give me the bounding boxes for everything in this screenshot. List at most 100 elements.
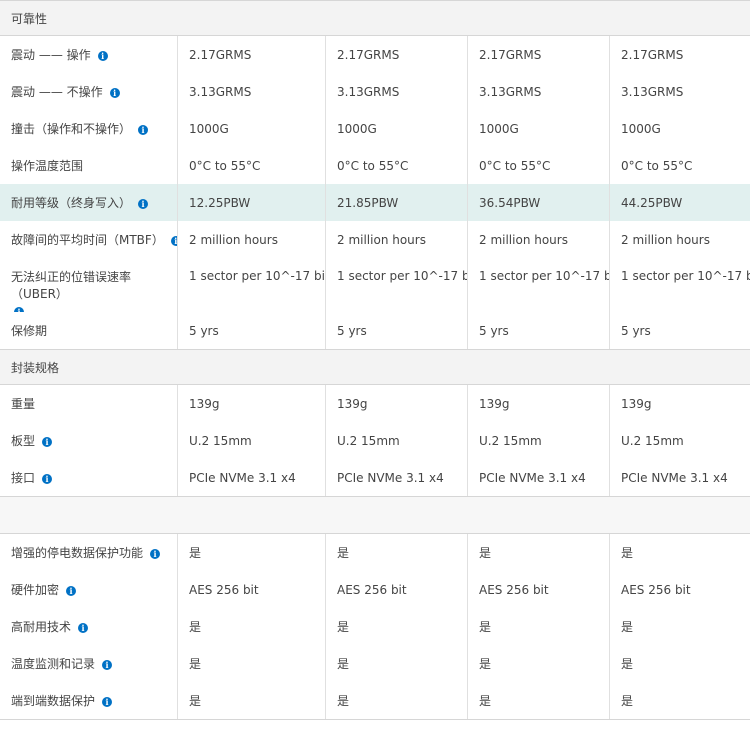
spec-value: 2.17GRMS xyxy=(326,36,468,73)
spec-value: U.2 15mm xyxy=(621,433,684,448)
spec-row: 温度监测和记录 i 是是是是 xyxy=(0,645,750,682)
spec-row: 撞击（操作和不操作） i 1000G 1000G 1000G 1000G xyxy=(0,110,750,147)
spec-label: 硬件加密 xyxy=(11,583,60,597)
spec-value: 3.13GRMS xyxy=(621,84,684,99)
spec-label: 板型 xyxy=(11,434,36,448)
info-icon[interactable]: i xyxy=(102,696,113,707)
info-icon[interactable]: i xyxy=(170,235,177,246)
spec-value: 2 million hours xyxy=(468,221,610,258)
spec-label-cell: 撞击（操作和不操作） i xyxy=(0,110,178,147)
section-header-empty xyxy=(0,496,750,534)
spec-label-cell: 故障间的平均时间（MTBF） i xyxy=(0,221,178,258)
spec-value: 1 sector per 10^-17 bits xyxy=(468,258,610,312)
section-header: 封装规格 xyxy=(0,349,750,385)
spec-label: 重量 xyxy=(11,397,36,411)
spec-label: 撞击（操作和不操作） xyxy=(11,122,132,136)
info-icon[interactable]: i xyxy=(138,198,149,209)
spec-value: U.2 15mm xyxy=(468,422,610,459)
spec-label-wrap: 故障间的平均时间（MTBF） i xyxy=(11,231,177,248)
spec-label: 端到端数据保护 xyxy=(11,694,96,708)
spec-label-cell: 板型 i xyxy=(0,422,178,459)
info-icon[interactable]: i xyxy=(109,87,120,98)
info-icon[interactable]: i xyxy=(78,622,89,633)
spec-value: 2 million hours xyxy=(178,221,326,258)
spec-label-cell: 操作温度范围 xyxy=(0,147,178,184)
spec-label-cell: 重量 xyxy=(0,385,178,422)
spec-row: 增强的停电数据保护功能 i 是是是是 xyxy=(0,534,750,571)
info-icon[interactable]: i xyxy=(42,473,53,484)
info-icon[interactable]: i xyxy=(97,50,108,61)
spec-value: PCIe NVMe 3.1 x4 xyxy=(621,470,728,485)
spec-label-cell: 增强的停电数据保护功能 i xyxy=(0,534,178,571)
spec-value: 0°C to 55°C xyxy=(468,147,610,184)
spec-label-cell: 高耐用技术 i xyxy=(0,608,178,645)
spec-label-wrap: 增强的停电数据保护功能 i xyxy=(11,544,161,561)
spec-row: 高耐用技术 i 是是是是 xyxy=(0,608,750,645)
spec-label-wrap: 板型 i xyxy=(11,432,53,449)
spec-value: 是 xyxy=(326,645,468,682)
spec-value: 是 xyxy=(468,645,610,682)
spec-value: 36.54PBW xyxy=(468,184,610,221)
spec-label-cell: 无法纠正的位错误速率（UBER） i xyxy=(0,258,178,312)
info-icon[interactable]: i xyxy=(66,585,77,596)
spec-label: 操作温度范围 xyxy=(11,159,84,173)
spec-value: 是 xyxy=(178,534,326,571)
info-icon[interactable]: i xyxy=(102,659,113,670)
spec-value: 139g xyxy=(178,385,326,422)
spec-value: 21.85PBW xyxy=(326,184,468,221)
spec-row: 故障间的平均时间（MTBF） i 2 million hours 2 million … xyxy=(0,221,750,258)
spec-label-cell: 耐用等级（终身写入） i xyxy=(0,184,178,221)
spec-value: 是 xyxy=(468,534,610,571)
spec-value: 是 xyxy=(326,682,468,719)
spec-value: AES 256 bit xyxy=(326,571,468,608)
spec-value: PCIe NVMe 3.1 x4 xyxy=(178,459,326,496)
spec-label: 高耐用技术 xyxy=(11,620,72,634)
spec-label-wrap: 震动 —— 操作 i xyxy=(11,46,108,63)
table-bottom-border xyxy=(0,719,750,720)
info-icon[interactable]: i xyxy=(150,548,161,559)
spec-value: 139g xyxy=(468,385,610,422)
spec-value: 1000G xyxy=(178,110,326,147)
spec-label-cell: 端到端数据保护 i xyxy=(0,682,178,719)
spec-label: 震动 —— 不操作 xyxy=(11,85,103,99)
spec-value: 1000G xyxy=(621,121,661,136)
spec-value: 是 xyxy=(326,534,468,571)
spec-row: 硬件加密 i AES 256 bit AES 256 bit AES 256 bit AE… xyxy=(0,571,750,608)
spec-row: 重量 139g 139g 139g 139g xyxy=(0,385,750,422)
spec-value: 1000G xyxy=(468,110,610,147)
spec-value: 5 yrs xyxy=(621,323,651,338)
spec-value: 2.17GRMS xyxy=(621,47,684,62)
spec-label-wrap: 震动 —— 不操作 i xyxy=(11,83,120,100)
spec-label-wrap: 撞击（操作和不操作） i xyxy=(11,120,149,137)
info-icon[interactable]: i xyxy=(42,436,53,447)
spec-value: PCIe NVMe 3.1 x4 xyxy=(468,459,610,496)
spec-value: 是 xyxy=(621,694,634,708)
spec-row: 耐用等级（终身写入） i 12.25PBW 21.85PBW 36.54PBW 44.25… xyxy=(0,184,750,221)
info-icon[interactable]: i xyxy=(138,124,149,135)
spec-value: 2 million hours xyxy=(326,221,468,258)
spec-row: 无法纠正的位错误速率（UBER） i 1 sector per 10^-17 bit… xyxy=(0,258,750,312)
spec-label: 接口 xyxy=(11,471,36,485)
spec-row: 震动 —— 不操作 i 3.13GRMS 3.13GRMS 3.13GRMS 3.13GR… xyxy=(0,73,750,110)
spec-value: 1000G xyxy=(326,110,468,147)
spec-value: PCIe NVMe 3.1 x4 xyxy=(326,459,468,496)
spec-value: 0°C to 55°C xyxy=(621,158,693,173)
spec-label-wrap: 保修期 xyxy=(11,322,47,339)
spec-value: 0°C to 55°C xyxy=(326,147,468,184)
spec-label-wrap: 高耐用技术 i xyxy=(11,618,89,635)
spec-label-wrap: 重量 xyxy=(11,395,35,412)
spec-value: 139g xyxy=(621,396,652,411)
spec-value: 是 xyxy=(326,608,468,645)
spec-table: 可靠性 震动 —— 操作 i 2.17GRMS 2.17GRMS 2.17GRMS 2.17… xyxy=(0,0,750,720)
spec-label-wrap: 耐用等级（终身写入） i xyxy=(11,194,149,211)
spec-value: U.2 15mm xyxy=(326,422,468,459)
spec-value: 是 xyxy=(178,645,326,682)
spec-value: 是 xyxy=(468,682,610,719)
spec-label-cell: 硬件加密 i xyxy=(0,571,178,608)
spec-label-wrap: 温度监测和记录 i xyxy=(11,655,113,672)
spec-label-wrap: 端到端数据保护 i xyxy=(11,692,113,709)
spec-value: 2 million hours xyxy=(621,232,710,247)
spec-value: 3.13GRMS xyxy=(326,73,468,110)
spec-label-wrap: 硬件加密 i xyxy=(11,581,77,598)
spec-value: 2.17GRMS xyxy=(468,36,610,73)
